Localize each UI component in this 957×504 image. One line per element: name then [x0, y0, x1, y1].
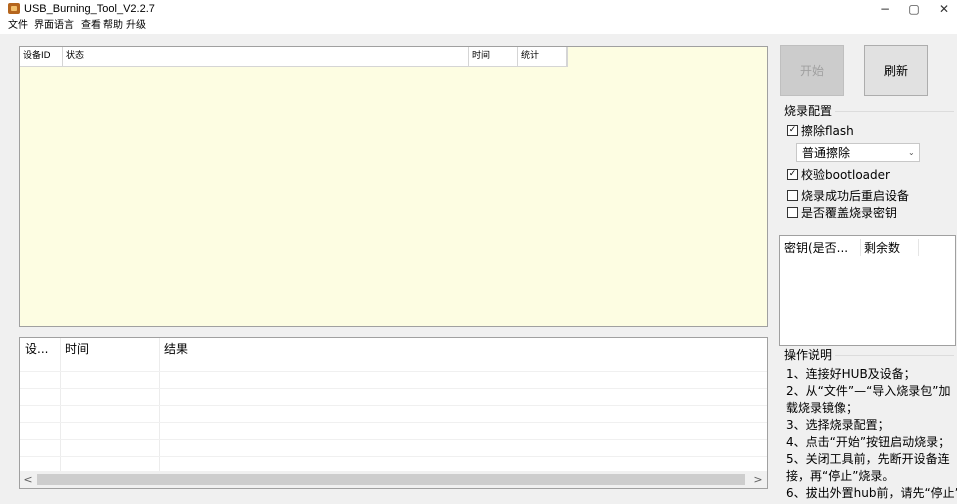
close-button[interactable]: ✕: [929, 0, 957, 18]
verify-bootloader-label: 校验bootloader: [801, 168, 890, 182]
instruction-line: 3、选择烧录配置；: [786, 418, 890, 432]
column-remaining[interactable]: 剩余数: [864, 241, 900, 255]
column-status[interactable]: 状态: [63, 47, 469, 66]
row-divider: [20, 456, 767, 457]
scroll-left-icon[interactable]: <: [22, 471, 34, 488]
burn-config-title: 烧录配置: [784, 104, 836, 118]
column-time[interactable]: 时间: [469, 47, 518, 66]
instructions-text: 1、连接好HUB及设备； 2、从“文件”—“导入烧录包”加 载烧录镜像； 3、选…: [786, 366, 957, 502]
row-divider: [20, 439, 767, 440]
title-bar: USB_Burning_Tool_V2.2.7 − ▢ ✕: [0, 0, 957, 18]
row-divider: [20, 422, 767, 423]
instruction-line: 接，再“停止”烧录。: [786, 469, 895, 483]
menu-bar: 文件 界面语言 查看 帮助 升级: [0, 18, 957, 34]
column-device-id[interactable]: 设备ID: [20, 47, 63, 66]
instruction-line: 载烧录镜像；: [786, 401, 859, 415]
group-border: [834, 355, 954, 356]
device-table[interactable]: 设备ID 状态 时间 统计: [19, 46, 768, 327]
maximize-button[interactable]: ▢: [899, 0, 929, 18]
menu-help[interactable]: 帮助: [103, 19, 123, 33]
erase-flash-label: 擦除flash: [801, 124, 854, 138]
start-button[interactable]: 开始: [780, 45, 844, 96]
row-divider: [20, 405, 767, 406]
instructions-title: 操作说明: [784, 348, 836, 362]
window-title: USB_Burning_Tool_V2.2.7: [24, 3, 155, 15]
menu-upgrade[interactable]: 升级: [126, 19, 146, 33]
chevron-down-icon: ⌄: [908, 148, 915, 157]
erase-mode-value: 普通擦除: [802, 146, 851, 160]
column-divider: [918, 239, 919, 256]
instruction-line: 6、拔出外置hub前，请先“停止”: [786, 486, 957, 500]
column-result[interactable]: 结果: [161, 338, 361, 360]
instruction-line: 5、关闭工具前，先断开设备连: [786, 452, 950, 466]
scroll-right-icon[interactable]: >: [752, 471, 764, 488]
group-border: [834, 111, 954, 112]
overwrite-key-checkbox[interactable]: [787, 207, 798, 218]
check-icon: ✓: [788, 125, 797, 135]
reset-after-success-checkbox[interactable]: [787, 190, 798, 201]
column-stats[interactable]: 统计: [518, 47, 567, 66]
device-table-header: 设备ID 状态 时间 统计: [20, 47, 568, 67]
key-table[interactable]: 密钥(是否... 剩余数: [779, 235, 956, 346]
instruction-line: 1、连接好HUB及设备；: [786, 367, 916, 381]
column-log-time[interactable]: 时间: [62, 338, 160, 360]
column-divider: [860, 239, 861, 256]
menu-view[interactable]: 查看: [81, 19, 101, 33]
refresh-button[interactable]: 刷新: [864, 45, 928, 96]
menu-language[interactable]: 界面语言: [34, 19, 74, 33]
check-icon: ✓: [788, 169, 797, 179]
minimize-button[interactable]: −: [870, 0, 900, 18]
verify-bootloader-checkbox[interactable]: ✓: [787, 169, 798, 180]
scroll-thumb[interactable]: [37, 474, 745, 485]
instruction-line: 4、点击“开始”按钮启动烧录；: [786, 435, 951, 449]
row-divider: [20, 371, 767, 372]
menu-file[interactable]: 文件: [8, 19, 28, 33]
row-divider: [20, 388, 767, 389]
reset-after-success-label: 烧录成功后重启设备: [801, 189, 910, 203]
column-device[interactable]: 设...: [22, 338, 60, 360]
overwrite-key-label: 是否覆盖烧录密钥: [801, 206, 898, 220]
erase-flash-checkbox[interactable]: ✓: [787, 125, 798, 136]
column-key[interactable]: 密钥(是否...: [784, 241, 860, 255]
log-table[interactable]: 设... 时间 结果 < >: [19, 337, 768, 489]
erase-mode-select[interactable]: 普通擦除 ⌄: [796, 143, 920, 162]
app-icon: [8, 3, 20, 14]
instruction-line: 2、从“文件”—“导入烧录包”加: [786, 384, 951, 398]
horizontal-scrollbar[interactable]: < >: [20, 471, 767, 488]
